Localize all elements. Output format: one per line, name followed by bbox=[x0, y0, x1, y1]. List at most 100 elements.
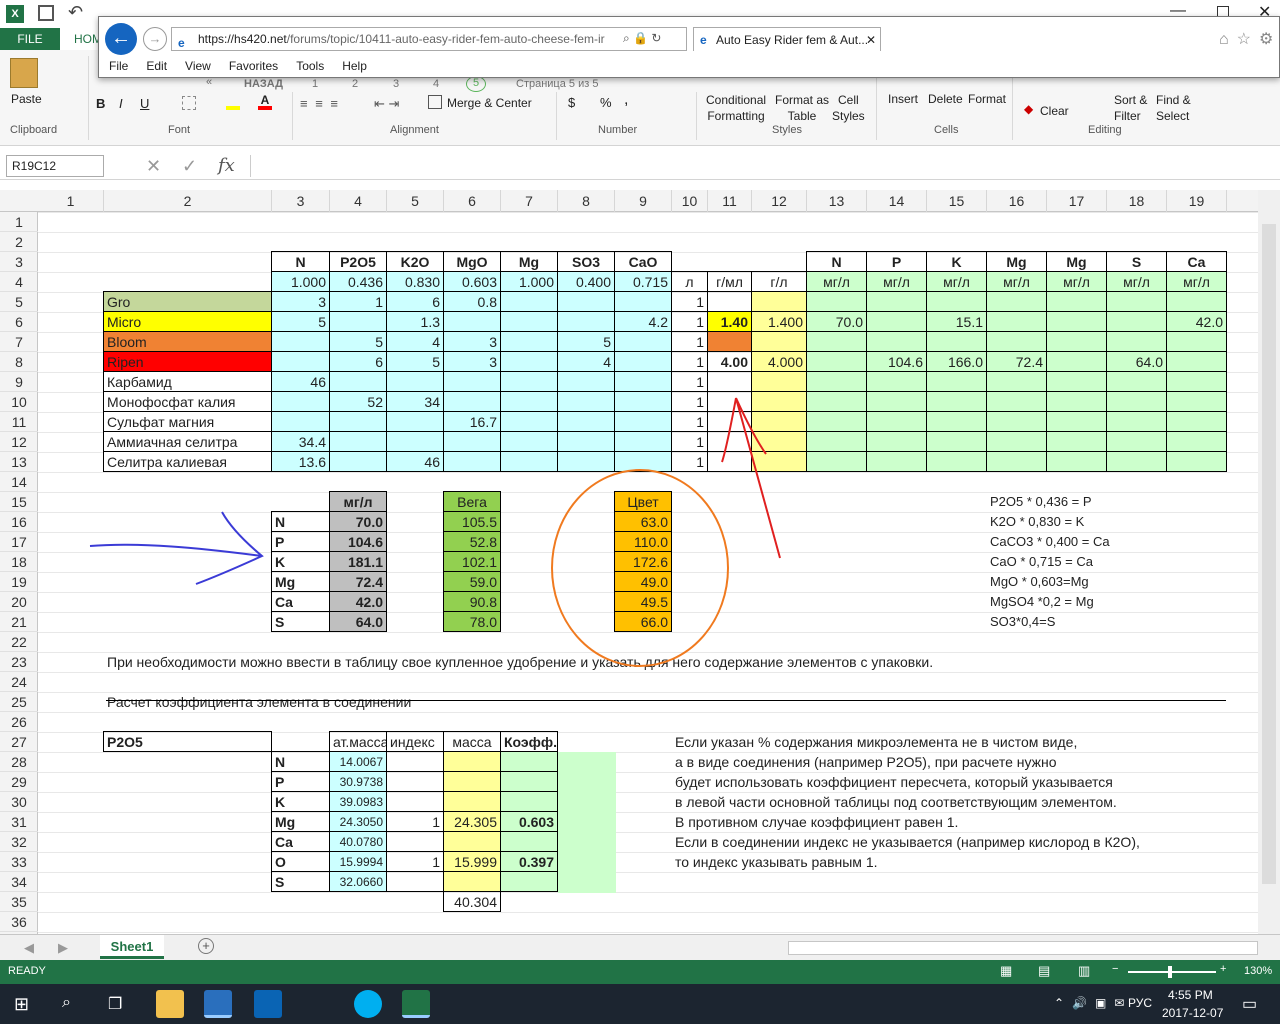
table1-result[interactable] bbox=[806, 291, 867, 312]
calc-weight[interactable] bbox=[443, 771, 501, 792]
table1-result[interactable] bbox=[1046, 371, 1107, 392]
column-header[interactable]: 9 bbox=[615, 190, 672, 212]
row-header[interactable]: 4 bbox=[0, 272, 38, 292]
address-actions-icon[interactable]: ⌕ 🔒 ↻ bbox=[621, 31, 664, 46]
table1-result[interactable]: 42.0 bbox=[1166, 311, 1227, 332]
table1-result[interactable] bbox=[866, 391, 927, 412]
table1-value[interactable] bbox=[500, 391, 558, 412]
explanation-line[interactable]: в левой части основной таблицы под соотв… bbox=[672, 792, 1168, 813]
table1-header[interactable]: N bbox=[271, 251, 330, 272]
calc-weight[interactable]: 24.305 bbox=[443, 811, 501, 832]
table1-value[interactable]: 0.8 bbox=[443, 291, 501, 312]
liters-value[interactable]: 1 bbox=[671, 371, 708, 392]
table1-value[interactable] bbox=[443, 451, 501, 472]
row-header[interactable]: 15 bbox=[0, 492, 38, 512]
table1-result[interactable] bbox=[1046, 391, 1107, 412]
explanation-line[interactable]: то индекс указывать равным 1. bbox=[672, 852, 1168, 873]
table1-value[interactable] bbox=[500, 291, 558, 312]
table1-result[interactable]: 166.0 bbox=[926, 351, 987, 372]
row-header[interactable]: 33 bbox=[0, 852, 38, 872]
table1-value[interactable]: 3 bbox=[271, 291, 330, 312]
calc-element[interactable]: Mg bbox=[271, 811, 330, 832]
language-indicator[interactable]: РУС bbox=[1128, 996, 1152, 1010]
row-header[interactable]: 32 bbox=[0, 832, 38, 852]
row-header[interactable]: 26 bbox=[0, 712, 38, 732]
column-header[interactable]: 7 bbox=[501, 190, 558, 212]
liters-value[interactable]: 1 bbox=[671, 351, 708, 372]
fertilizer-name[interactable]: Аммиачная селитра bbox=[103, 431, 272, 452]
calc-coef[interactable] bbox=[500, 751, 558, 772]
table1-result[interactable] bbox=[806, 391, 867, 412]
column-header[interactable]: 12 bbox=[752, 190, 807, 212]
calc-coef[interactable] bbox=[500, 831, 558, 852]
liters-value[interactable]: 1 bbox=[671, 291, 708, 312]
horizontal-scrollbar[interactable] bbox=[788, 941, 1258, 955]
fertilizer-name[interactable]: Gro bbox=[103, 291, 272, 312]
table1-right-unit[interactable]: мг/л bbox=[1106, 271, 1167, 292]
undo-icon[interactable]: ↶ bbox=[68, 2, 83, 23]
table1-result[interactable] bbox=[1166, 291, 1227, 312]
summary-mg-value[interactable]: 181.1 bbox=[329, 551, 387, 572]
table1-value[interactable]: 6 bbox=[386, 291, 444, 312]
row-header[interactable]: 30 bbox=[0, 792, 38, 812]
formula-note[interactable]: CaO * 0,715 = Ca bbox=[987, 552, 1168, 572]
table1-right-unit[interactable]: мг/л bbox=[926, 271, 987, 292]
row-header[interactable]: 21 bbox=[0, 612, 38, 632]
summary-mg-value[interactable]: 70.0 bbox=[329, 511, 387, 532]
table1-value[interactable]: 46 bbox=[271, 371, 330, 392]
table1-value[interactable] bbox=[614, 331, 672, 352]
page-break-icon[interactable]: ▥ bbox=[1078, 963, 1090, 979]
calc-atomic-mass[interactable]: 15.9994 bbox=[329, 851, 387, 872]
table1-result[interactable] bbox=[1106, 431, 1167, 452]
column-header[interactable]: 19 bbox=[1167, 190, 1227, 212]
table1-value[interactable]: 34 bbox=[386, 391, 444, 412]
summary-mg-header[interactable]: мг/л bbox=[329, 491, 387, 512]
page-layout-icon[interactable]: ▤ bbox=[1038, 963, 1050, 979]
calc-coef[interactable] bbox=[500, 791, 558, 812]
column-header[interactable]: 17 bbox=[1047, 190, 1107, 212]
table1-result[interactable] bbox=[1106, 451, 1167, 472]
table1-right-unit[interactable]: мг/л bbox=[1166, 271, 1227, 292]
outlook-icon[interactable] bbox=[254, 990, 282, 1018]
calc-header-weight[interactable]: масса bbox=[443, 731, 501, 752]
calc-green-pad[interactable] bbox=[558, 752, 616, 773]
gml-value[interactable] bbox=[707, 291, 752, 312]
paste-button[interactable]: Paste bbox=[11, 92, 42, 106]
table1-value[interactable] bbox=[443, 311, 501, 332]
sort-filter-button[interactable]: Sort & Filter bbox=[1114, 92, 1147, 124]
row-header[interactable]: 19 bbox=[0, 572, 38, 592]
calc-index[interactable]: 1 bbox=[386, 811, 444, 832]
scroll-thumb[interactable] bbox=[1262, 224, 1276, 884]
table1-value[interactable]: 5 bbox=[386, 351, 444, 372]
row-header[interactable]: 18 bbox=[0, 552, 38, 572]
table1-result[interactable] bbox=[986, 291, 1047, 312]
table1-value[interactable] bbox=[557, 411, 615, 432]
table1-result[interactable] bbox=[1106, 371, 1167, 392]
table1-value[interactable] bbox=[500, 351, 558, 372]
table1-result[interactable] bbox=[1166, 331, 1227, 352]
summary-color-header[interactable]: Цвет bbox=[614, 491, 672, 512]
table1-value[interactable]: 5 bbox=[271, 311, 330, 332]
fertilizer-name[interactable]: Карбамид bbox=[103, 371, 272, 392]
summary-mg-value[interactable]: 64.0 bbox=[329, 611, 387, 632]
calc-index[interactable] bbox=[386, 831, 444, 852]
menu-view[interactable]: View bbox=[185, 59, 211, 73]
excel-taskbar-icon[interactable] bbox=[402, 990, 430, 1018]
table1-result[interactable] bbox=[986, 451, 1047, 472]
liters-value[interactable]: 1 bbox=[671, 451, 708, 472]
table1-value[interactable] bbox=[443, 391, 501, 412]
table1-value[interactable] bbox=[614, 371, 672, 392]
row-header[interactable]: 6 bbox=[0, 312, 38, 332]
worksheet-grid[interactable]: N P2O5 K2O MgO Mg SO3 CaO 1.000 0.436 0.830 0.603 1… bbox=[38, 212, 1258, 934]
calc-coef[interactable] bbox=[500, 871, 558, 892]
table1-value[interactable] bbox=[271, 331, 330, 352]
table1-value[interactable] bbox=[557, 311, 615, 332]
paste-icon[interactable] bbox=[10, 58, 38, 88]
fertilizer-name[interactable]: Ripen bbox=[103, 351, 272, 372]
table1-value[interactable] bbox=[329, 371, 387, 392]
summary-color-value[interactable]: 110.0 bbox=[614, 531, 672, 552]
zoom-out-icon[interactable]: − bbox=[1112, 963, 1118, 975]
table1-header[interactable]: SO3 bbox=[557, 251, 615, 272]
column-header[interactable]: 5 bbox=[387, 190, 444, 212]
summary-mg-value[interactable]: 72.4 bbox=[329, 571, 387, 592]
